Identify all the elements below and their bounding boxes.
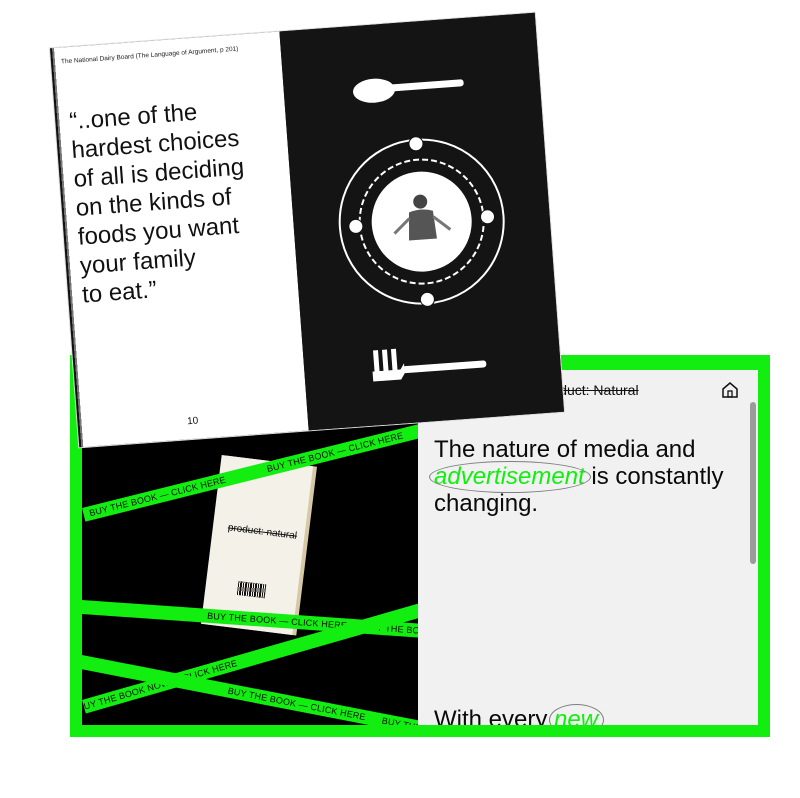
highlight-word[interactable]: advertisement bbox=[434, 463, 585, 490]
text-before: The nature of media and bbox=[434, 436, 696, 463]
magazine-right-page bbox=[279, 12, 564, 431]
fork-icon bbox=[372, 348, 487, 382]
bottom-text: With every bbox=[434, 706, 555, 725]
home-icon[interactable] bbox=[720, 380, 740, 400]
bottom-highlight-word[interactable]: new bbox=[554, 706, 598, 725]
source-line: The National Dairy Board (The Language o… bbox=[60, 45, 239, 66]
magazine-spread: The National Dairy Board (The Language o… bbox=[50, 12, 564, 448]
tape-label: BUY THE BOOK — CLICK HERE bbox=[265, 430, 405, 474]
plate-illustration bbox=[338, 78, 505, 382]
spoon-icon bbox=[353, 78, 464, 103]
info-panel: Product: Natural The nature of media and… bbox=[418, 370, 758, 725]
scrollbar[interactable] bbox=[750, 402, 756, 564]
page-number: 10 bbox=[186, 415, 199, 428]
quote: “..one of the hardest choices of all is … bbox=[68, 92, 282, 309]
tape-label: BUY THE BOOK — CLICK HERE bbox=[367, 711, 418, 725]
book-title: product: natural bbox=[227, 522, 298, 542]
barcode bbox=[236, 581, 267, 599]
panel-bottom-text: With every new bbox=[434, 706, 598, 725]
panel-body-text: The nature of media and advertisement is… bbox=[434, 436, 734, 517]
magazine-left-page: The National Dairy Board (The Language o… bbox=[50, 31, 309, 448]
tape-label: BUY THE BOOK — CLICK HERE bbox=[88, 474, 227, 519]
